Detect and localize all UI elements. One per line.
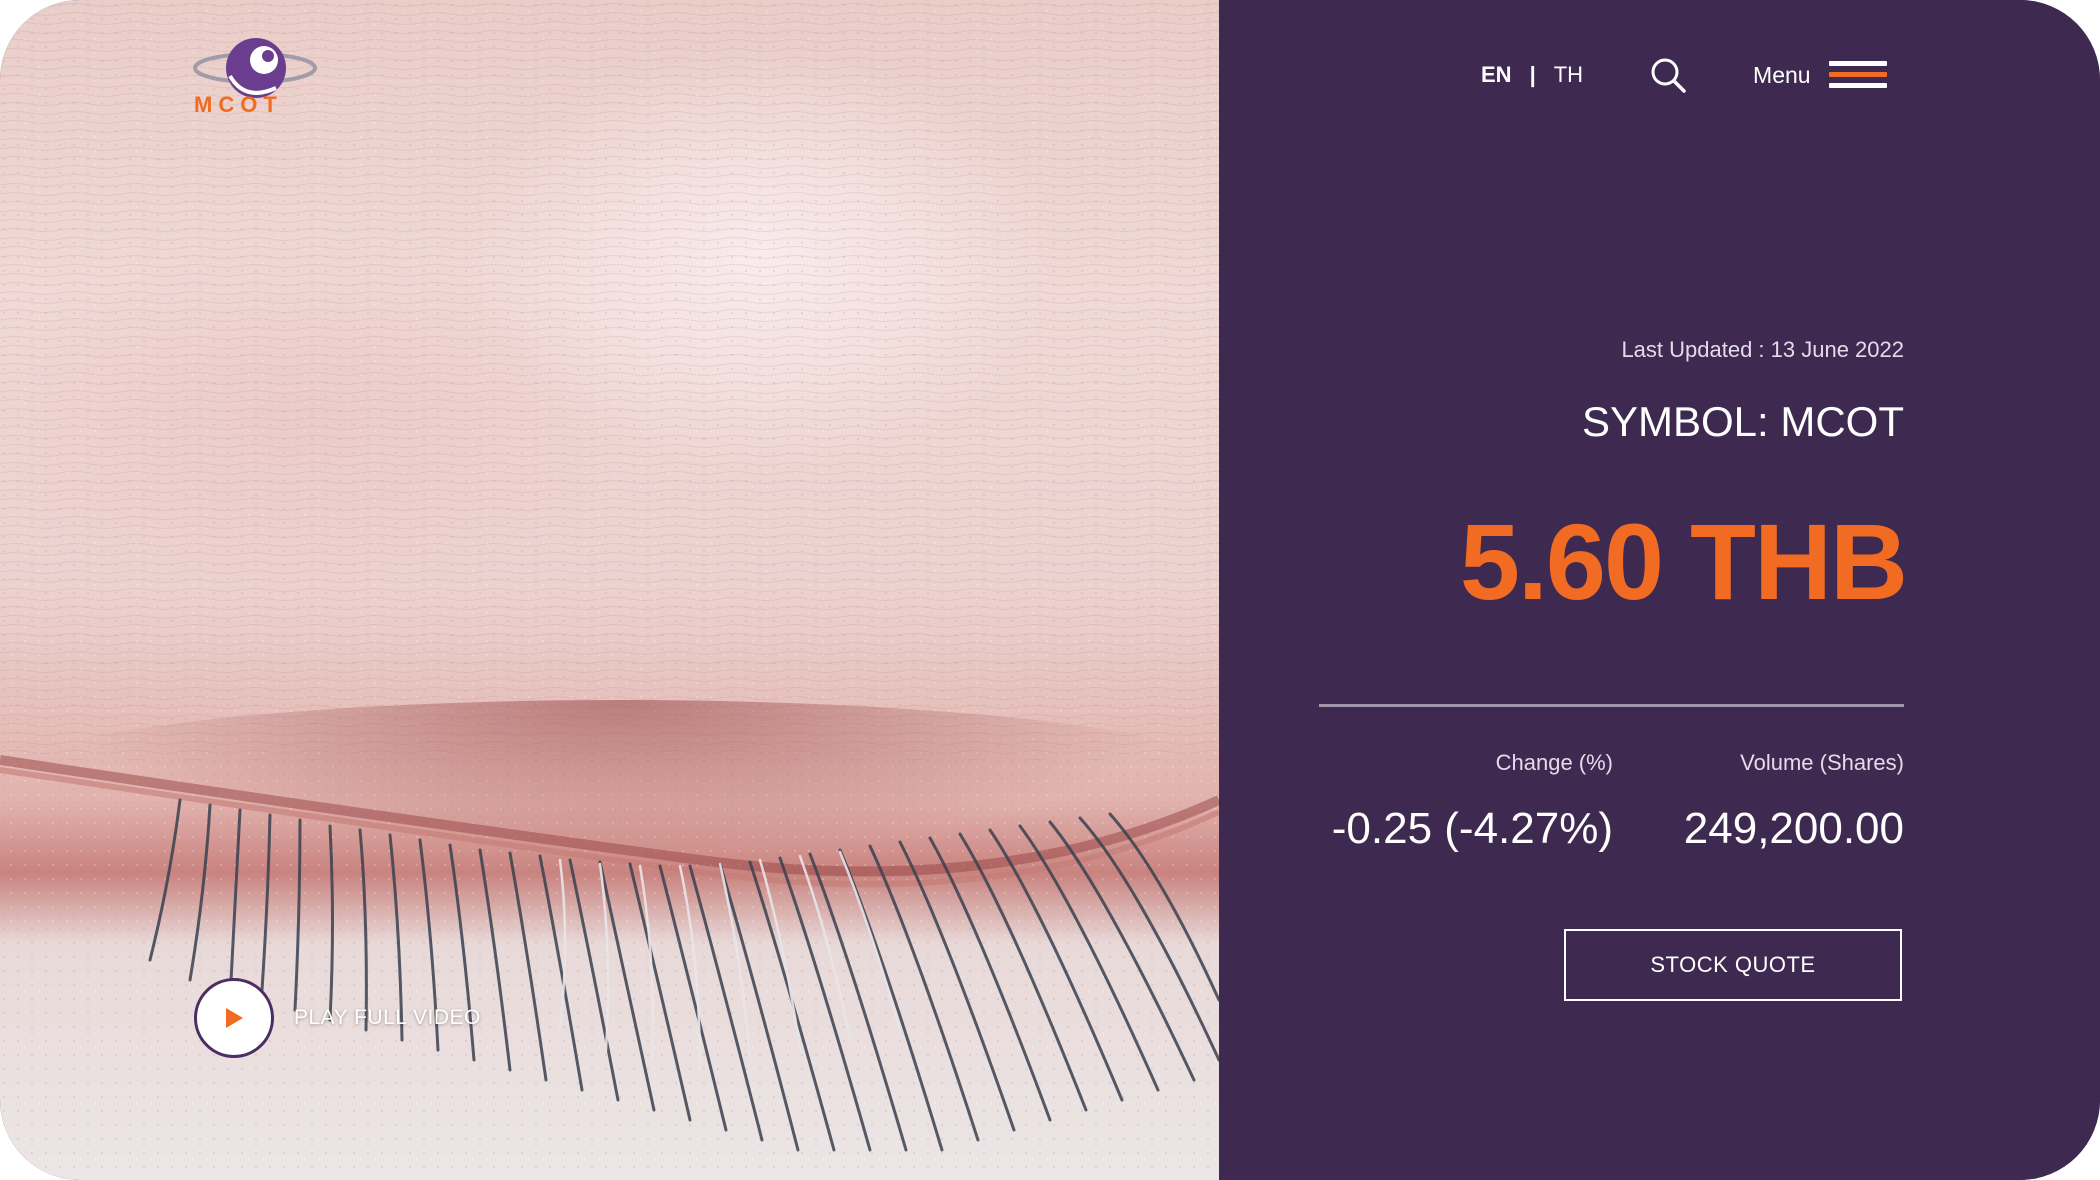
language-separator: | [1529,62,1536,87]
eyelashes-illustration [0,755,1219,1152]
hamburger-bar-bottom [1828,83,1887,88]
page-frame: MCOT PLAY FULL VIDEO EN | TH Menu Last U… [0,0,2100,1180]
volume-stat: Volume (Shares) 249,200.00 [1684,750,1904,854]
stock-quote-button[interactable]: STOCK QUOTE [1564,929,1902,1001]
change-stat: Change (%) -0.25 (-4.27%) [1332,750,1613,854]
play-full-video-button[interactable]: PLAY FULL VIDEO [194,978,481,1058]
stock-symbol: SYMBOL: MCOT [1581,398,1904,445]
menu-button[interactable]: Menu [1753,59,1887,91]
hamburger-bar-middle [1828,72,1887,77]
stock-price: 5.60 THB [1459,501,1908,622]
top-navigation: EN | TH Menu [1481,56,1887,94]
menu-label[interactable]: Menu [1753,62,1811,89]
hero-video-background: MCOT PLAY FULL VIDEO [0,0,1219,1180]
change-label: Change (%) [1495,750,1613,775]
stock-info-panel: EN | TH Menu Last Updated : 13 June 2022… [1219,0,2100,1180]
language-en-link[interactable]: EN [1481,62,1512,88]
hamburger-bar-top [1828,61,1887,66]
play-button-circle[interactable] [194,978,274,1058]
volume-value: 249,200.00 [1683,804,1904,853]
play-icon [226,1008,243,1028]
hamburger-icon[interactable] [1828,59,1887,91]
volume-label: Volume (Shares) [1740,750,1904,775]
change-value: -0.25 (-4.27%) [1331,804,1613,853]
divider-line [1319,704,1904,707]
language-th-link[interactable]: TH [1554,62,1583,88]
logo-wordmark: MCOT [194,92,283,117]
last-updated-text: Last Updated : 13 June 2022 [1621,337,1904,362]
play-full-video-label[interactable]: PLAY FULL VIDEO [294,1006,481,1030]
search-icon[interactable] [1649,56,1687,94]
